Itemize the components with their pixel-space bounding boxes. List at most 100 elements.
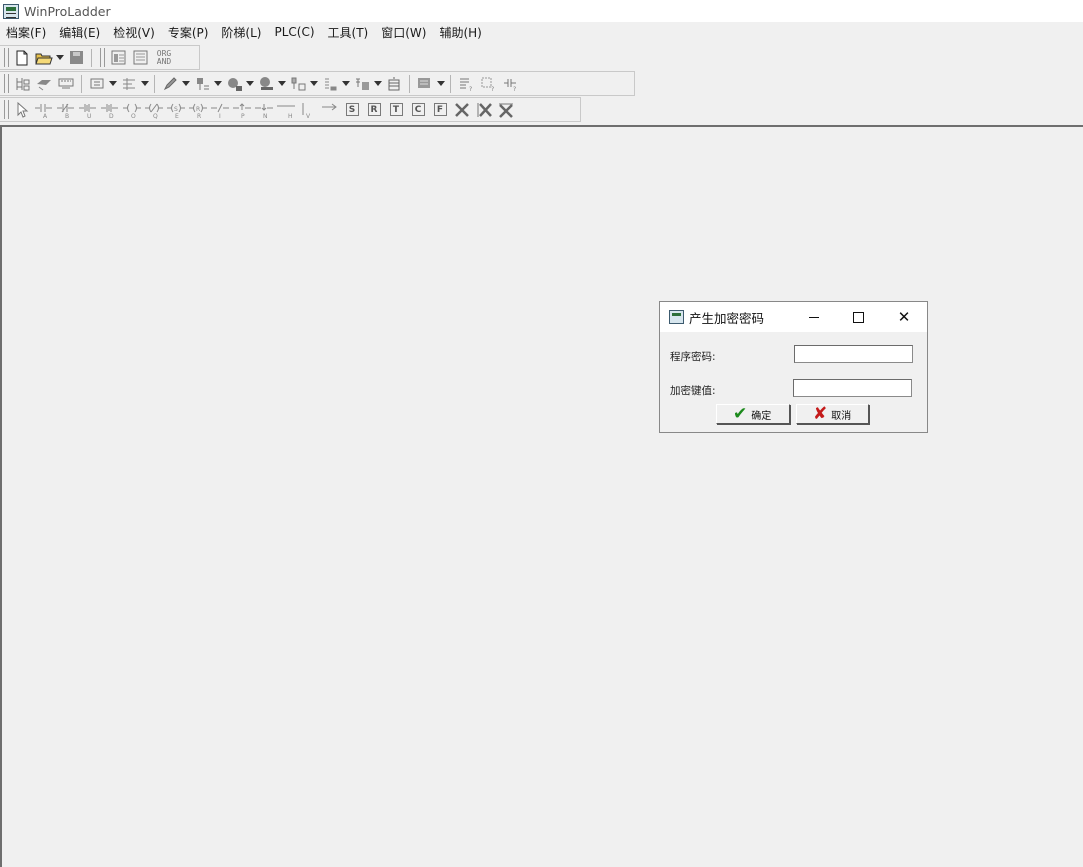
select-pointer-button[interactable] — [12, 100, 32, 120]
coil-set-button[interactable]: SE — [166, 100, 186, 120]
horizontal-line-button[interactable]: H — [276, 100, 296, 120]
off-line-button[interactable] — [56, 74, 76, 94]
menu-file[interactable]: 档案(F) — [0, 24, 53, 41]
arrow-line-button[interactable] — [320, 100, 340, 120]
counter-c-icon: C — [411, 103, 425, 116]
contact-help-button[interactable]: ? — [500, 74, 520, 94]
close-button[interactable]: ✕ — [894, 307, 914, 327]
coil-reset-button[interactable]: RR — [188, 100, 208, 120]
project-window-button[interactable] — [108, 48, 128, 68]
find-button[interactable] — [415, 74, 435, 94]
coil-set-icon: SE — [167, 103, 185, 119]
function-f-button[interactable]: F — [430, 100, 450, 120]
invert-button[interactable]: I — [210, 100, 230, 120]
delete-horizontal-icon — [499, 103, 513, 118]
main-workspace[interactable] — [0, 125, 1083, 867]
toolbar-separator — [409, 74, 410, 93]
positive-edge-icon: P — [233, 102, 251, 119]
negative-edge-button[interactable]: N — [254, 100, 274, 120]
table-icon — [388, 77, 400, 90]
toolbar-grip[interactable] — [4, 74, 9, 93]
plc-status-button[interactable] — [224, 74, 244, 94]
negative-edge-icon: N — [255, 103, 273, 119]
io-config-dropdown[interactable] — [309, 74, 319, 94]
monitor-window-button[interactable] — [130, 48, 150, 68]
delete-vertical-button[interactable] — [474, 100, 494, 120]
download-dropdown[interactable] — [213, 74, 223, 94]
dialog-title: 产生加密密码 — [689, 310, 765, 326]
delete-horizontal-button[interactable] — [496, 100, 516, 120]
toolbar-grip[interactable] — [4, 48, 9, 67]
encrypt-key-field[interactable] — [793, 379, 912, 397]
save-disk-icon — [69, 51, 83, 64]
list-dropdown[interactable] — [341, 74, 351, 94]
invert-icon: I — [211, 103, 229, 119]
run-stop-button[interactable] — [119, 74, 139, 94]
program-password-label: 程序密码: — [670, 351, 716, 363]
org-and-button[interactable]: ORG AND — [152, 48, 176, 68]
toolbar-separator — [154, 74, 155, 93]
toolbar-grip[interactable] — [4, 100, 9, 119]
list-button[interactable] — [320, 74, 340, 94]
monitor-button[interactable] — [87, 74, 107, 94]
positive-edge-button[interactable]: P — [232, 100, 252, 120]
toolbar-separator — [91, 48, 92, 67]
menu-edit[interactable]: 编辑(E) — [53, 24, 107, 41]
open-recent-dropdown[interactable] — [55, 48, 65, 68]
coil-out-icon: O — [123, 103, 141, 119]
monitor-dropdown[interactable] — [108, 74, 118, 94]
compile-button[interactable] — [12, 74, 32, 94]
svg-text:V: V — [306, 113, 311, 119]
timer-t-button[interactable]: T — [386, 100, 406, 120]
coil-out-button[interactable]: O — [122, 100, 142, 120]
element-help-icon: ? — [481, 77, 494, 92]
contact-up-button[interactable]: U — [78, 100, 98, 120]
dialog-title-bar[interactable]: 产生加密密码 ✕ — [660, 302, 927, 332]
contact-b-button[interactable]: B — [56, 100, 76, 120]
contact-a-button[interactable]: A — [34, 100, 54, 120]
ok-button[interactable]: ✔ 确定 — [716, 404, 790, 424]
counter-c-button[interactable]: C — [408, 100, 428, 120]
menu-view[interactable]: 检视(V) — [107, 24, 162, 41]
menu-help[interactable]: 辅助(H) — [433, 24, 488, 41]
download-button[interactable] — [192, 74, 212, 94]
svg-text:R: R — [197, 113, 201, 119]
plc-settings-button[interactable] — [256, 74, 276, 94]
menu-ladder[interactable]: 阶梯(L) — [215, 24, 268, 41]
coil-inverse-icon: Q — [145, 103, 163, 119]
maximize-button[interactable] — [848, 307, 868, 327]
register-dropdown[interactable] — [373, 74, 383, 94]
comment-help-button[interactable]: ? — [456, 74, 476, 94]
edit-mode-dropdown[interactable] — [181, 74, 191, 94]
program-password-field[interactable] — [794, 345, 913, 363]
edit-mode-button[interactable] — [160, 74, 180, 94]
menu-window[interactable]: 窗口(W) — [375, 24, 433, 41]
open-file-button[interactable] — [34, 48, 54, 68]
vertical-line-button[interactable]: V — [298, 100, 318, 120]
register-button[interactable] — [352, 74, 372, 94]
new-file-button[interactable] — [12, 48, 32, 68]
delete-element-button[interactable] — [452, 100, 472, 120]
menu-project[interactable]: 专案(P) — [162, 24, 216, 41]
find-dropdown[interactable] — [436, 74, 446, 94]
plc-status-dropdown[interactable] — [245, 74, 255, 94]
coil-inverse-button[interactable]: Q — [144, 100, 164, 120]
menu-plc[interactable]: PLC(C) — [268, 25, 321, 39]
on-line-button[interactable] — [34, 74, 54, 94]
project-window-icon — [111, 50, 125, 65]
save-button[interactable] — [66, 48, 86, 68]
minimize-button[interactable] — [804, 307, 824, 327]
menu-tools[interactable]: 工具(T) — [322, 24, 376, 41]
cancel-button[interactable]: ✘ 取消 — [796, 404, 869, 424]
plc-settings-dropdown[interactable] — [277, 74, 287, 94]
contact-down-button[interactable]: D — [100, 100, 120, 120]
element-help-button[interactable]: ? — [478, 74, 498, 94]
relay-r-button[interactable]: R — [364, 100, 384, 120]
table-button[interactable] — [384, 74, 404, 94]
svg-text:R: R — [196, 106, 200, 113]
horizontal-line-icon: H — [277, 105, 295, 119]
toolbar-grip[interactable] — [100, 48, 105, 67]
io-config-button[interactable] — [288, 74, 308, 94]
step-s-button[interactable]: S — [342, 100, 362, 120]
run-dropdown[interactable] — [140, 74, 150, 94]
